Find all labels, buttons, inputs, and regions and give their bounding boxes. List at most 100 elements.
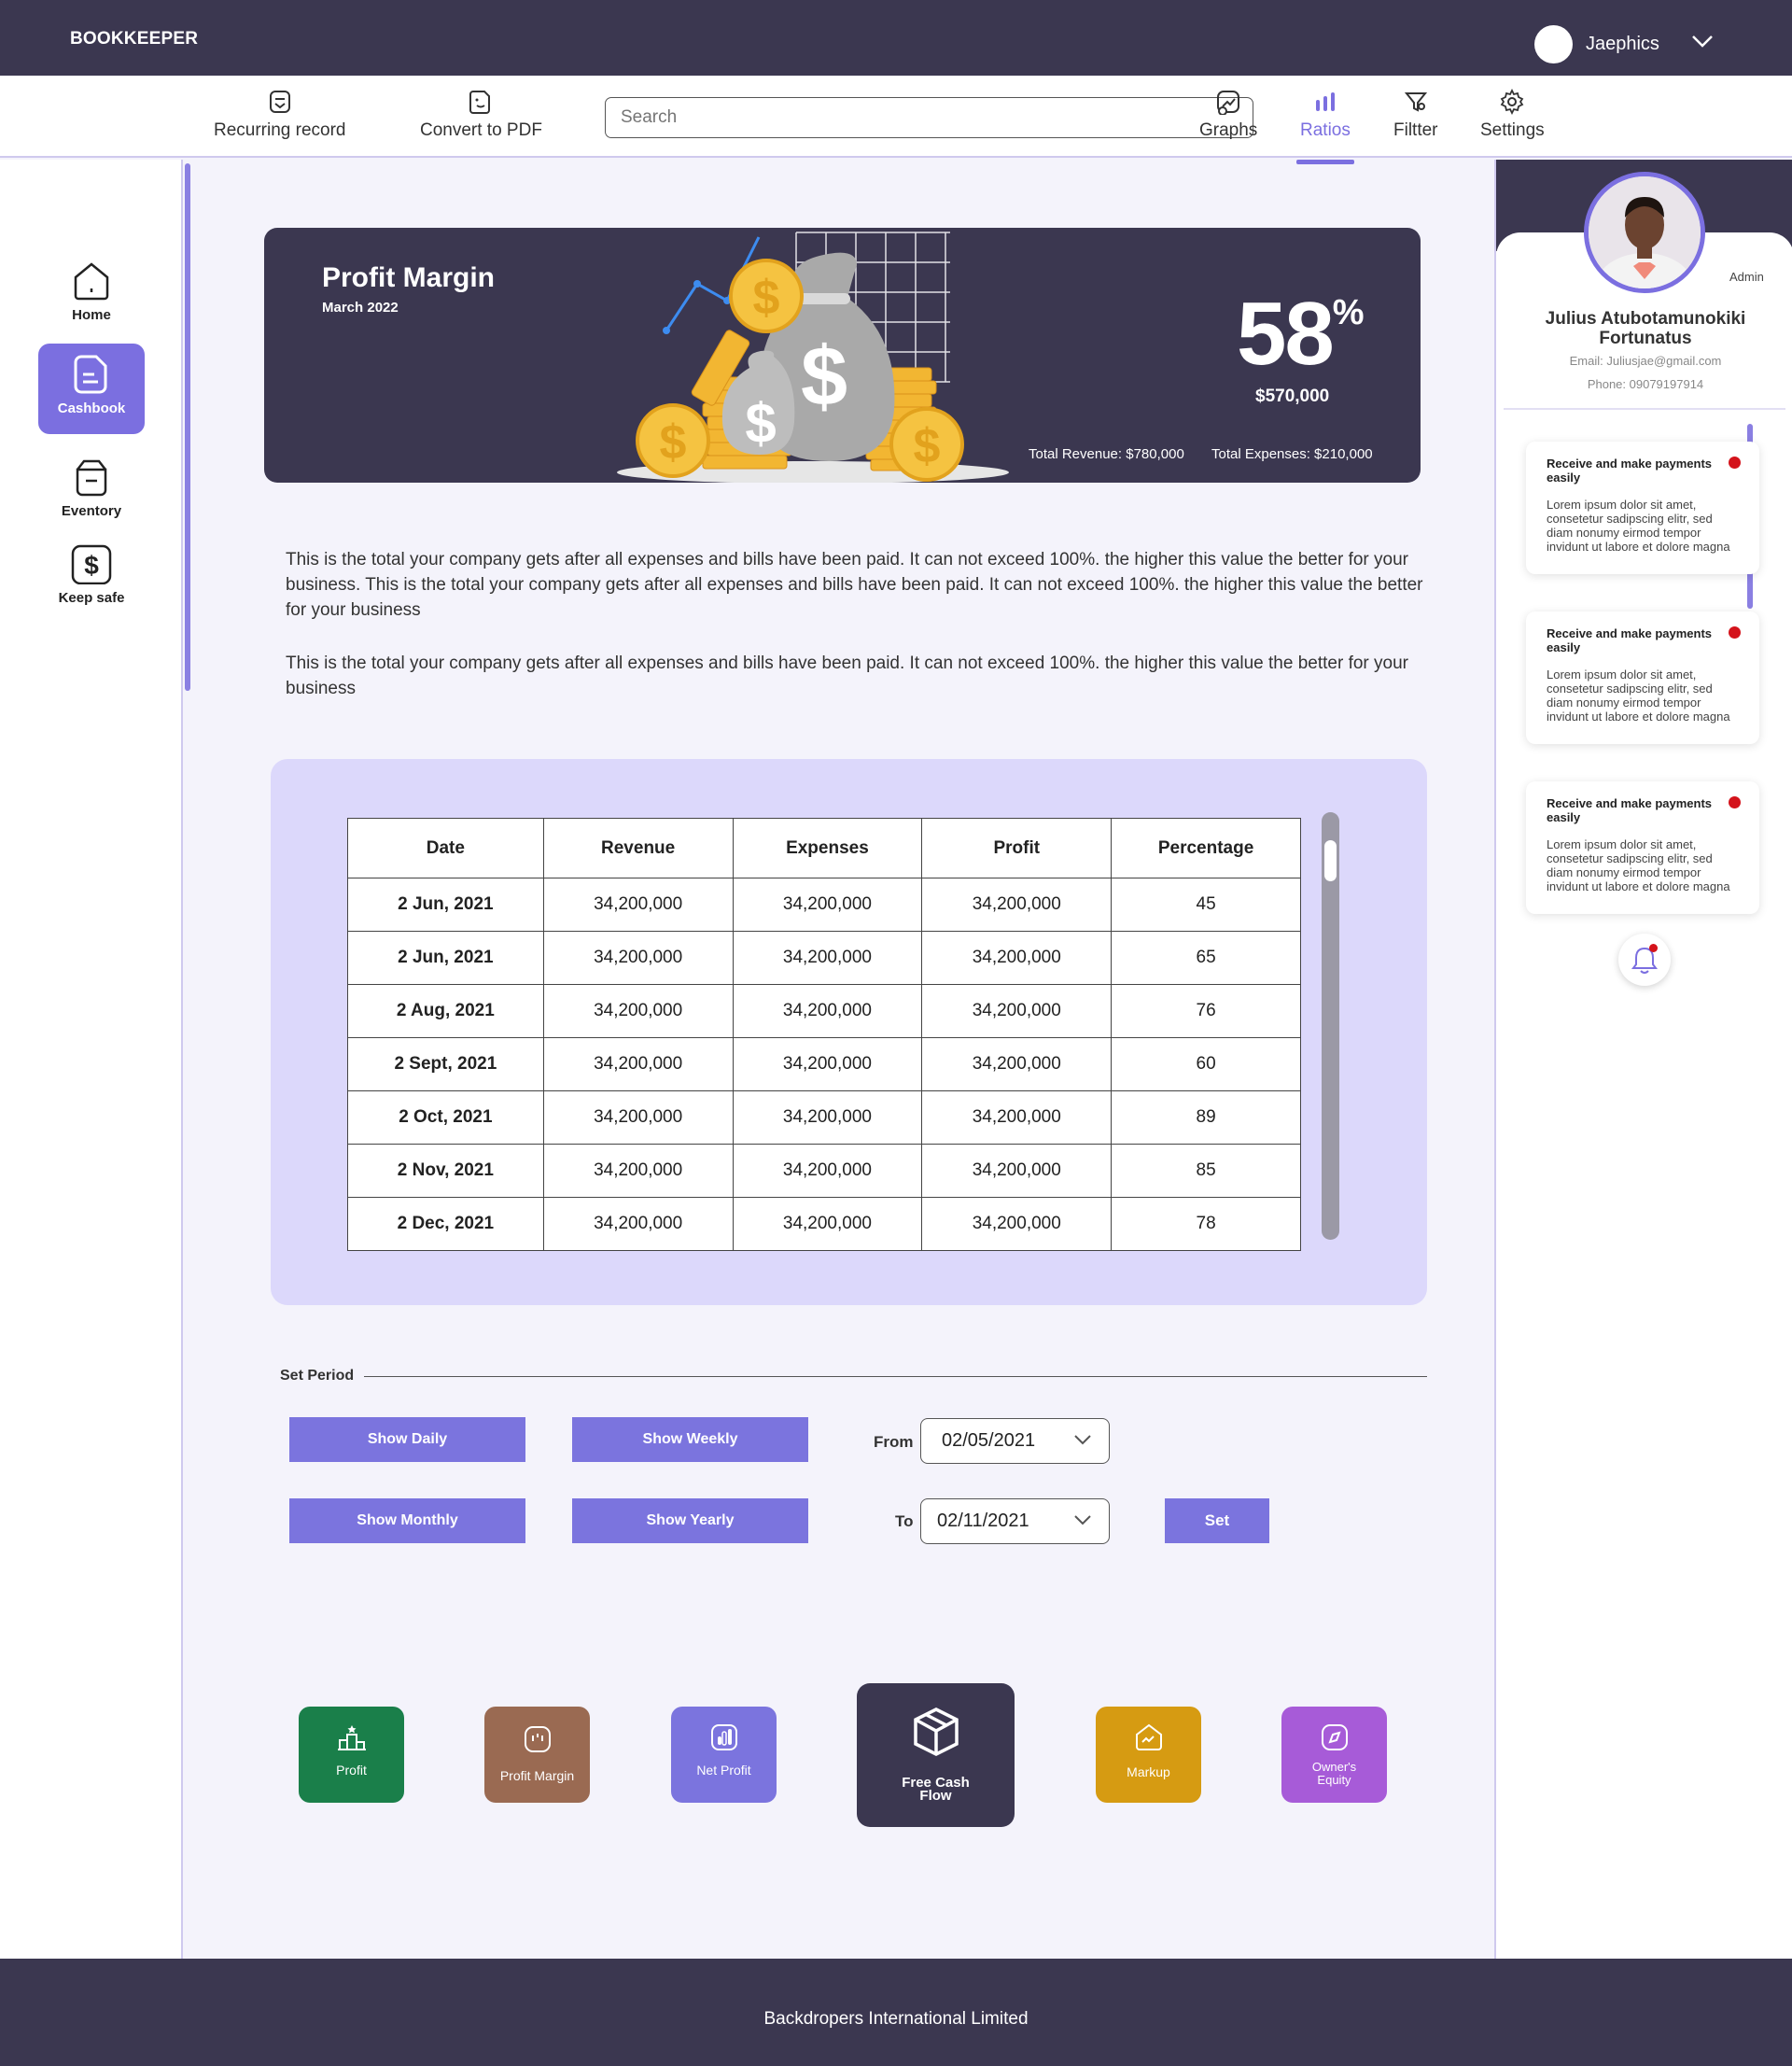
percentage-cell: 89 [1111,1090,1301,1145]
expenses-cell: 34,200,000 [732,1037,923,1091]
chevron-down-icon[interactable] [1691,35,1714,48]
markup-tile[interactable]: Markup [1096,1707,1201,1803]
sidebar-item-home[interactable]: Home [38,260,145,323]
pdf-icon [469,91,491,114]
date-cell: 2 Sept, 2021 [347,1037,544,1091]
sidebar-item-eventory[interactable]: Eventory [38,457,145,519]
table-row[interactable]: 2 Jun, 2021 34,200,000 34,200,000 34,200,00… [347,878,1301,932]
table-row[interactable]: 2 Jun, 2021 34,200,000 34,200,000 34,200,00… [347,931,1301,985]
to-date-value: 02/11/2021 [937,1511,1029,1531]
ratios-tab[interactable]: Ratios [1296,89,1354,164]
set-period-label: Set Period [280,1368,355,1384]
revenue-cell: 34,200,000 [542,984,734,1038]
notification-body: Lorem ipsum dolor sit amet, consetetur s… [1547,837,1730,893]
percent-symbol: % [1332,293,1365,332]
date-cell: 2 Aug, 2021 [347,984,544,1038]
chevron-down-icon [1074,1515,1091,1525]
show-weekly-button[interactable]: Show Weekly [572,1417,808,1462]
expenses-cell: 34,200,000 [732,1144,923,1198]
table-row[interactable]: 2 Nov, 2021 34,200,000 34,200,000 34,200,00… [347,1144,1301,1198]
user-avatar[interactable] [1534,25,1573,63]
profile-phone: Phone: 09079197914 [1587,377,1704,391]
notification-title: Receive and make payments easily [1547,626,1713,654]
sidebar-item-label: Keep safe [58,590,125,606]
settings-button[interactable]: Settings [1480,89,1545,141]
notification-card[interactable]: Receive and make payments easily Lorem i… [1526,781,1759,914]
notification-body: Lorem ipsum dolor sit amet, consetetur s… [1547,498,1730,554]
footer: Backdropers International Limited [0,1959,1792,2066]
show-yearly-button[interactable]: Show Yearly [572,1498,808,1543]
column-header: Percentage [1111,818,1301,878]
column-header: Revenue [542,818,734,878]
app-brand: BOOKKEEPER [70,29,199,49]
user-name[interactable]: Jaephics [1586,34,1659,55]
profit-margin-banner: Profit Margin March 2022 $ $ $ $ $ 58% $… [264,228,1421,483]
data-table-card: Date Revenue Expenses Profit Percentage … [271,759,1427,1305]
table-row[interactable]: 2 Aug, 2021 34,200,000 34,200,000 34,200,00… [347,984,1301,1038]
scrollbar-thumb[interactable] [1324,840,1337,881]
sidebar-item-keep-safe[interactable]: $ Keep safe [38,543,145,606]
user-role: Admin [1729,270,1764,284]
graph-icon [1217,91,1240,115]
table-scrollbar[interactable] [1322,812,1339,1240]
recurring-record-label: Recurring record [214,120,346,140]
dollar-icon: $ [71,544,112,584]
svg-text:$: $ [660,415,687,470]
profit-margin-tile[interactable]: Profit Margin [484,1707,590,1803]
search-input[interactable] [605,97,1253,138]
sidebar-item-label: Cashbook [57,401,126,416]
date-cell: 2 Oct, 2021 [347,1090,544,1145]
sidebar-scrollbar[interactable] [185,163,190,691]
podium-icon [337,1725,366,1750]
net-profit-tile-label: Net Profit [696,1763,751,1778]
free-cash-flow-tile[interactable]: Free Cash Flow [857,1683,1015,1827]
show-daily-button[interactable]: Show Daily [289,1417,525,1462]
date-cell: 2 Dec, 2021 [347,1197,544,1251]
date-cell: 2 Nov, 2021 [347,1144,544,1198]
recurring-icon [269,91,290,113]
toolbar: Recurring record Convert to PDF Graphs R… [0,76,1792,164]
description-paragraph: This is the total your company gets afte… [286,550,1423,620]
filter-button[interactable]: Filtter [1393,89,1438,141]
owners-equity-tile-label: Owner's Equity [1311,1760,1357,1787]
notifications-bell-button[interactable] [1618,934,1671,986]
convert-pdf-button[interactable]: Convert to PDF [420,89,542,141]
table-row[interactable]: 2 Oct, 2021 34,200,000 34,200,000 34,200,00… [347,1090,1301,1145]
gauge-icon [524,1726,551,1752]
table-row[interactable]: 2 Dec, 2021 34,200,000 34,200,000 34,200,00… [347,1197,1301,1251]
profit-tile[interactable]: Profit [299,1707,404,1803]
compass-icon [1321,1724,1348,1750]
revenue-cell: 34,200,000 [542,1144,734,1198]
profit-cell: 34,200,000 [921,1144,1113,1198]
owners-equity-tile[interactable]: Owner's Equity [1281,1707,1387,1803]
recurring-record-button[interactable]: Recurring record [214,89,346,141]
table-row[interactable]: 2 Sept, 2021 34,200,000 34,200,000 34,200,0… [347,1037,1301,1091]
from-date-select[interactable]: 02/05/2021 [920,1418,1110,1464]
expenses-cell: 34,200,000 [732,878,923,932]
banner-subtitle: March 2022 [322,300,399,316]
markup-tile-label: Markup [1127,1764,1170,1779]
person-avatar-icon [1589,176,1701,288]
notification-card[interactable]: Receive and make payments easily Lorem i… [1526,442,1759,574]
profit-tile-label: Profit [336,1763,367,1778]
set-button[interactable]: Set [1165,1498,1269,1543]
profile-photo[interactable] [1584,172,1705,293]
expenses-cell: 34,200,000 [732,1197,923,1251]
user-menu[interactable]: Jaephics [1534,25,1713,63]
sidebar-item-label: Eventory [61,503,122,519]
graphs-button[interactable]: Graphs [1199,89,1257,141]
chevron-down-icon [1074,1435,1091,1445]
profit-cell: 34,200,000 [921,1197,1113,1251]
sidebar-item-cashbook[interactable]: Cashbook [38,344,145,434]
show-monthly-button[interactable]: Show Monthly [289,1498,525,1543]
notification-card[interactable]: Receive and make payments easily Lorem i… [1526,611,1759,744]
to-date-select[interactable]: 02/11/2021 [920,1498,1110,1544]
profit-margin-tile-label: Profit Margin [499,1768,575,1783]
net-profit-tile[interactable]: Net Profit [671,1707,777,1803]
box-icon [76,459,107,497]
divider [1504,408,1785,410]
revenue-cell: 34,200,000 [542,878,734,932]
percentage-cell: 65 [1111,931,1301,985]
percentage-cell: 85 [1111,1144,1301,1198]
svg-text:$: $ [801,330,847,424]
